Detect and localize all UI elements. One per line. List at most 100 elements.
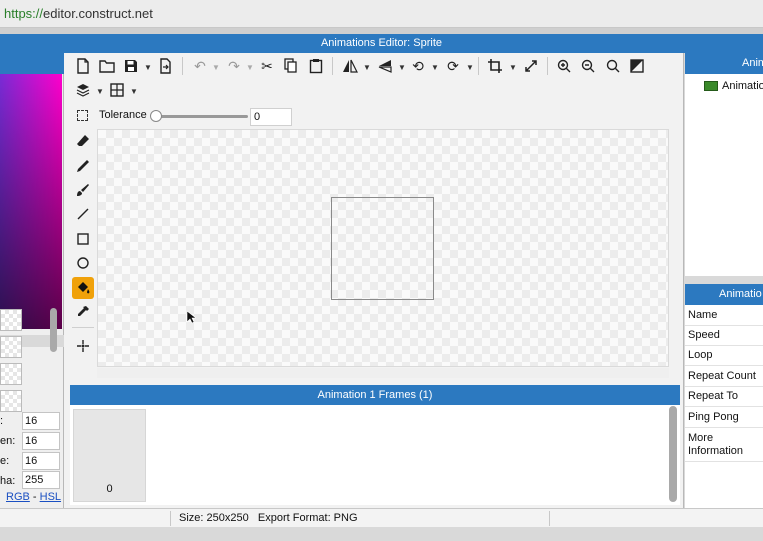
toolbar-divider	[182, 57, 183, 75]
tolerance-label: Tolerance	[99, 109, 147, 121]
animation-item-label: Animatio	[722, 80, 763, 92]
eyedropper-icon[interactable]	[72, 301, 94, 323]
property-ping-pong[interactable]: Ping Pong	[685, 407, 763, 428]
property-repeat-to[interactable]: Repeat To	[685, 387, 763, 407]
ellipse-tool-icon[interactable]	[72, 252, 94, 274]
red-label: :	[0, 415, 4, 427]
url-scheme: https://	[4, 6, 44, 21]
layers-caret-icon[interactable]: ▼	[96, 87, 104, 96]
redo-dropdown-caret-icon[interactable]: ▼	[246, 63, 254, 72]
palette-scrollbar[interactable]	[50, 308, 57, 352]
paste-icon[interactable]	[306, 56, 326, 76]
rgb-link[interactable]: RGB	[6, 491, 30, 503]
line-tool-icon[interactable]	[72, 203, 94, 225]
frames-panel	[70, 405, 680, 505]
property-loop[interactable]: Loop	[685, 346, 763, 366]
canvas-vertical-scrollbar[interactable]	[669, 129, 681, 367]
tools-divider	[72, 327, 94, 328]
background-toggle-icon[interactable]	[627, 56, 647, 76]
url-host: editor.construct.net	[43, 6, 153, 21]
green-label: en:	[0, 435, 16, 447]
color-mode-links: RGB - HSL	[6, 491, 61, 503]
rectangle-tool-icon[interactable]	[72, 228, 94, 250]
rotate-cw-icon[interactable]: ⟳	[443, 56, 463, 76]
flip-vertical-icon[interactable]	[375, 56, 395, 76]
crop-caret-icon[interactable]: ▼	[509, 63, 517, 72]
right-panel-separator	[685, 276, 763, 284]
mouse-cursor-icon	[186, 310, 196, 324]
rectangle-select-icon[interactable]	[77, 110, 88, 121]
rotate-ccw-caret-icon[interactable]: ▼	[431, 63, 439, 72]
zoom-in-icon[interactable]	[554, 56, 574, 76]
brush-icon[interactable]	[72, 179, 94, 201]
color-panel-header	[0, 53, 64, 74]
rotate-ccw-icon[interactable]: ⟲	[408, 56, 428, 76]
grid-icon[interactable]	[107, 80, 127, 100]
bottom-strip	[0, 527, 763, 541]
property-more-information[interactable]: More Information	[685, 428, 763, 462]
palette-swatch[interactable]	[0, 390, 22, 412]
fill-bucket-icon[interactable]	[72, 277, 94, 299]
blue-label: e:	[0, 455, 10, 467]
properties-panel-title: Animatio	[719, 288, 762, 300]
zoom-out-icon[interactable]	[578, 56, 598, 76]
editor-title: Animations Editor: Sprite	[320, 37, 443, 49]
editor-title-bar: Animations Editor: Sprite	[0, 34, 763, 53]
zoom-reset-icon[interactable]	[603, 56, 623, 76]
frames-panel-header: Animation 1 Frames (1)	[70, 385, 680, 405]
green-input[interactable]: 16	[22, 432, 60, 450]
cut-icon[interactable]: ✂	[257, 56, 277, 76]
copy-icon[interactable]	[281, 56, 301, 76]
flip-vertical-caret-icon[interactable]: ▼	[398, 63, 406, 72]
export-icon[interactable]	[155, 56, 175, 76]
eraser-icon[interactable]	[72, 130, 94, 152]
url-text[interactable]: https://editor.construct.net	[4, 6, 153, 21]
palette-swatch[interactable]	[0, 309, 22, 331]
save-dropdown-caret-icon[interactable]: ▼	[144, 63, 152, 72]
tolerance-slider-thumb[interactable]	[150, 110, 162, 122]
redo-icon[interactable]: ↷	[224, 56, 244, 76]
palette-swatch[interactable]	[0, 363, 22, 385]
mode-separator: -	[29, 491, 40, 503]
toolbar-divider	[478, 57, 479, 75]
layers-icon[interactable]	[73, 80, 93, 100]
hsl-link[interactable]: HSL	[40, 491, 61, 503]
property-speed[interactable]: Speed	[685, 326, 763, 346]
color-spectrum[interactable]	[0, 74, 62, 329]
browser-address-bar[interactable]: https://editor.construct.net	[0, 0, 763, 28]
frame-index: 0	[106, 483, 113, 495]
status-bar: Size: 250x250 Export Format: PNG	[0, 508, 763, 527]
new-file-icon[interactable]	[73, 56, 93, 76]
tolerance-input[interactable]: 0	[250, 108, 292, 126]
alpha-input[interactable]: 255	[22, 471, 60, 489]
animation-list-item[interactable]: Animatio	[704, 80, 763, 92]
animation-film-icon	[704, 81, 718, 92]
grid-caret-icon[interactable]: ▼	[130, 87, 138, 96]
properties-panel-header: Animatio	[685, 284, 763, 305]
palette-swatch[interactable]	[0, 336, 22, 358]
save-icon[interactable]	[121, 56, 141, 76]
resize-icon[interactable]	[521, 56, 541, 76]
undo-icon[interactable]: ↶	[190, 56, 210, 76]
sprite-image-bounds[interactable]	[331, 197, 434, 300]
animations-panel-title: Anim	[742, 57, 763, 69]
crop-icon[interactable]	[485, 56, 505, 76]
property-repeat-count[interactable]: Repeat Count	[685, 366, 763, 387]
tolerance-slider-track[interactable]	[158, 115, 248, 118]
origin-point-icon[interactable]	[72, 335, 94, 357]
open-folder-icon[interactable]	[97, 56, 117, 76]
frames-scrollbar[interactable]	[669, 406, 677, 502]
flip-horizontal-caret-icon[interactable]: ▼	[363, 63, 371, 72]
red-input[interactable]: 16	[22, 412, 60, 430]
frame-thumbnail[interactable]: 0	[73, 409, 146, 502]
blue-input[interactable]: 16	[22, 452, 60, 470]
canvas-horizontal-scrollbar[interactable]	[97, 368, 669, 378]
rotate-cw-caret-icon[interactable]: ▼	[466, 63, 474, 72]
property-name[interactable]: Name	[685, 305, 763, 326]
pencil-icon[interactable]	[72, 155, 94, 177]
undo-dropdown-caret-icon[interactable]: ▼	[212, 63, 220, 72]
flip-horizontal-icon[interactable]	[340, 56, 360, 76]
animations-panel-header: Anim	[685, 53, 763, 74]
status-text: Size: 250x250 Export Format: PNG	[179, 512, 358, 524]
status-divider	[549, 511, 550, 526]
